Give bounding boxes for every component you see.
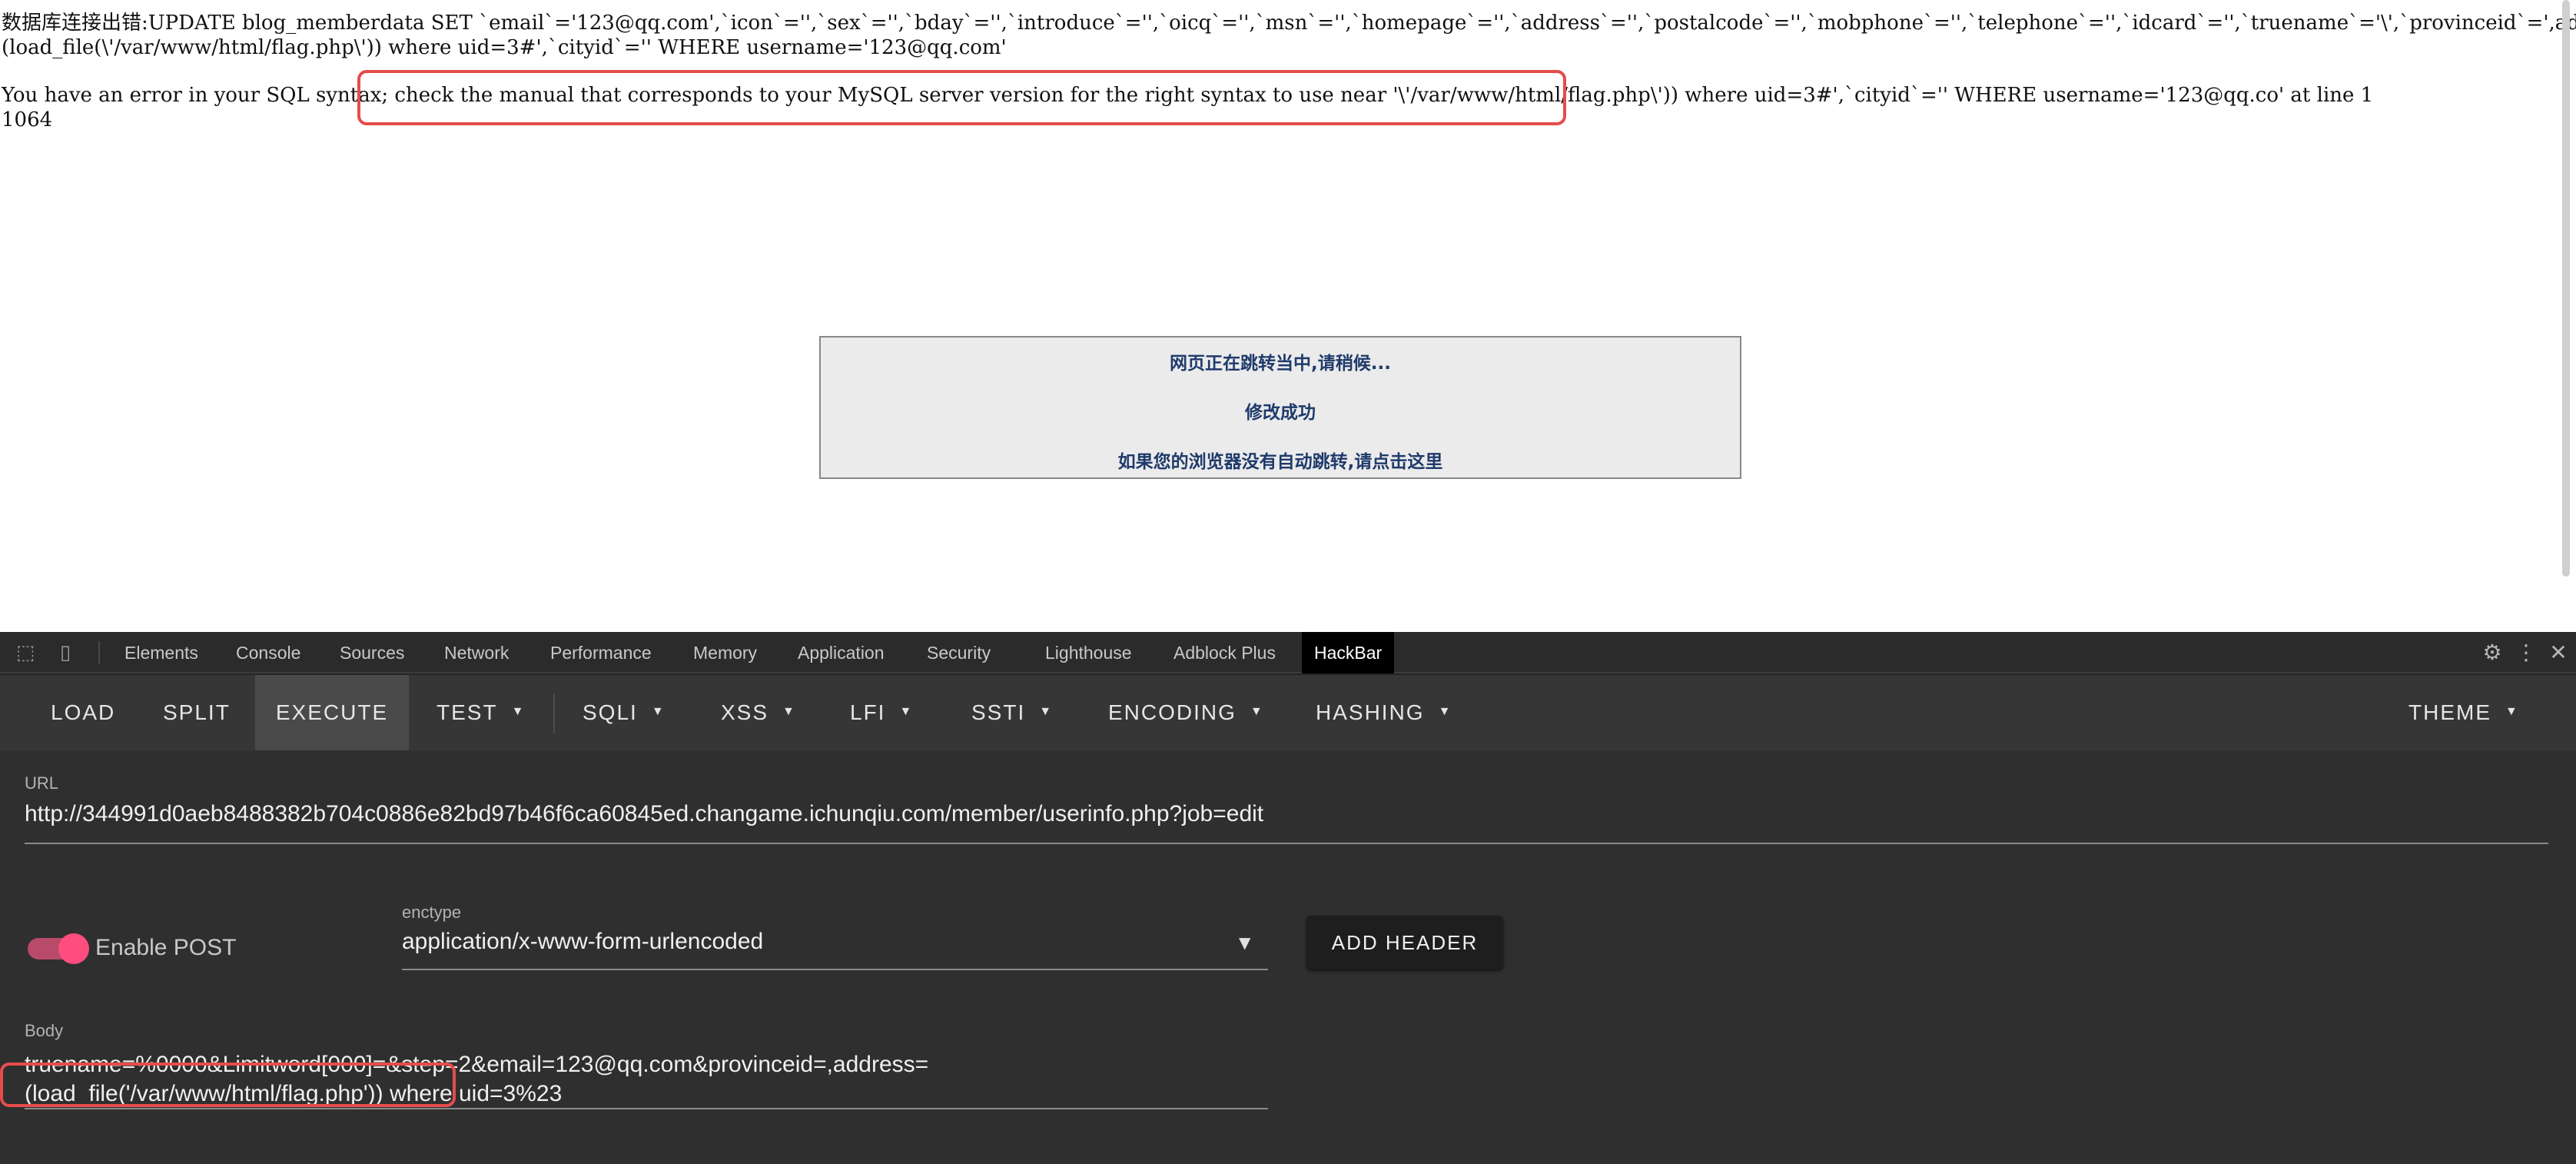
devtools-tabbar: ⬚ ▯ Elements Console Sources Network Per… bbox=[0, 632, 2576, 673]
redirect-notice: 网页正在跳转当中,请稍候... 修改成功 如果您的浏览器没有自动跳转,请点击这里 bbox=[819, 336, 1741, 479]
sqli-dropdown[interactable]: SQLI ▼ bbox=[575, 675, 673, 750]
redirect-message: 网页正在跳转当中,请稍候... bbox=[1170, 354, 1391, 374]
web-page: 数据库连接出错:UPDATE blog_memberdata SET `emai… bbox=[0, 0, 2576, 632]
highlight-annotation bbox=[0, 1063, 456, 1107]
chevron-down-icon: ▼ bbox=[511, 704, 526, 718]
encoding-dropdown[interactable]: ENCODING ▼ bbox=[1100, 675, 1272, 750]
error-line: (load_file(\'/var/www/html/flag.php\')) … bbox=[2, 36, 1007, 59]
toolbar-divider bbox=[98, 641, 100, 664]
url-label: URL bbox=[25, 773, 59, 793]
theme-dropdown[interactable]: THEME ▼ bbox=[2401, 675, 2527, 750]
ssti-label: SSTI bbox=[971, 700, 1026, 724]
chevron-down-icon: ▼ bbox=[651, 704, 666, 718]
split-label: SPLIT bbox=[163, 700, 231, 724]
execute-button[interactable]: EXECUTE bbox=[255, 675, 409, 750]
hashing-label: HASHING bbox=[1316, 700, 1425, 724]
hashing-dropdown[interactable]: HASHING ▼ bbox=[1308, 675, 1459, 750]
chevron-down-icon: ▼ bbox=[1250, 704, 1264, 718]
tab-sources[interactable]: Sources bbox=[327, 632, 417, 673]
theme-label: THEME bbox=[2408, 700, 2491, 724]
chevron-down-icon: ▼ bbox=[1438, 704, 1452, 718]
tab-network[interactable]: Network bbox=[432, 632, 521, 673]
encoding-label: ENCODING bbox=[1108, 700, 1237, 724]
toggle-knob[interactable] bbox=[58, 933, 89, 964]
tab-performance[interactable]: Performance bbox=[538, 632, 664, 673]
tab-lighthouse[interactable]: Lighthouse bbox=[1033, 632, 1144, 673]
ssti-dropdown[interactable]: SSTI ▼ bbox=[964, 675, 1061, 750]
redirect-link[interactable]: 如果您的浏览器没有自动跳转,请点击这里 bbox=[821, 447, 1740, 473]
chevron-down-icon: ▼ bbox=[1039, 704, 1054, 718]
load-label: LOAD bbox=[51, 700, 116, 724]
load-button[interactable]: LOAD bbox=[43, 675, 123, 750]
tab-elements[interactable]: Elements bbox=[112, 632, 211, 673]
test-dropdown[interactable]: TEST ▼ bbox=[429, 675, 533, 750]
url-underline bbox=[25, 843, 2548, 844]
execute-label: EXECUTE bbox=[275, 700, 389, 724]
tab-security[interactable]: Security bbox=[915, 632, 1003, 673]
enctype-underline bbox=[402, 969, 1268, 970]
error-line: 数据库连接出错:UPDATE blog_memberdata SET `emai… bbox=[2, 12, 2576, 35]
chevron-down-icon: ▼ bbox=[782, 704, 796, 718]
gear-icon[interactable]: ⚙ bbox=[2479, 640, 2505, 666]
tab-hackbar[interactable]: HackBar bbox=[1302, 632, 1395, 673]
highlight-annotation bbox=[357, 70, 1566, 125]
tab-application[interactable]: Application bbox=[785, 632, 897, 673]
lfi-dropdown[interactable]: LFI ▼ bbox=[842, 675, 921, 750]
hackbar-toolbar: LOAD SPLIT EXECUTE TEST ▼ SQLI ▼ XSS ▼ LFI ▼… bbox=[0, 675, 2576, 750]
add-header-button[interactable]: ADD HEADER bbox=[1306, 916, 1503, 969]
xss-label: XSS bbox=[721, 700, 769, 724]
close-icon[interactable]: ✕ bbox=[2545, 640, 2571, 666]
tab-adblock-plus[interactable]: Adblock Plus bbox=[1161, 632, 1288, 673]
chevron-down-icon: ▼ bbox=[899, 704, 914, 718]
toolbar-divider bbox=[553, 693, 555, 733]
test-label: TEST bbox=[437, 700, 498, 724]
enctype-label: enctype bbox=[402, 903, 462, 922]
error-code: 1064 bbox=[2, 108, 53, 131]
more-vertical-icon[interactable]: ⋮ bbox=[2513, 640, 2539, 666]
tab-console[interactable]: Console bbox=[224, 632, 313, 673]
body-label: Body bbox=[25, 1021, 64, 1040]
redirect-status: 修改成功 bbox=[1245, 403, 1316, 423]
xss-dropdown[interactable]: XSS ▼ bbox=[713, 675, 804, 750]
sqli-label: SQLI bbox=[583, 700, 638, 724]
chevron-down-icon[interactable]: ▼ bbox=[1239, 933, 1250, 952]
chevron-down-icon: ▼ bbox=[2505, 704, 2519, 718]
url-input[interactable]: http://344991d0aeb8488382b704c0886e82bd9… bbox=[25, 801, 1263, 827]
enable-post-label: Enable POST bbox=[95, 935, 237, 960]
split-button[interactable]: SPLIT bbox=[155, 675, 238, 750]
enctype-select[interactable]: application/x-www-form-urlencoded bbox=[402, 929, 763, 955]
body-underline bbox=[25, 1108, 1268, 1109]
page-scrollbar[interactable] bbox=[2562, 0, 2570, 577]
lfi-label: LFI bbox=[850, 700, 886, 724]
device-toggle-icon[interactable]: ▯ bbox=[54, 641, 77, 664]
inspect-element-icon[interactable]: ⬚ bbox=[14, 641, 37, 664]
tab-memory[interactable]: Memory bbox=[681, 632, 769, 673]
